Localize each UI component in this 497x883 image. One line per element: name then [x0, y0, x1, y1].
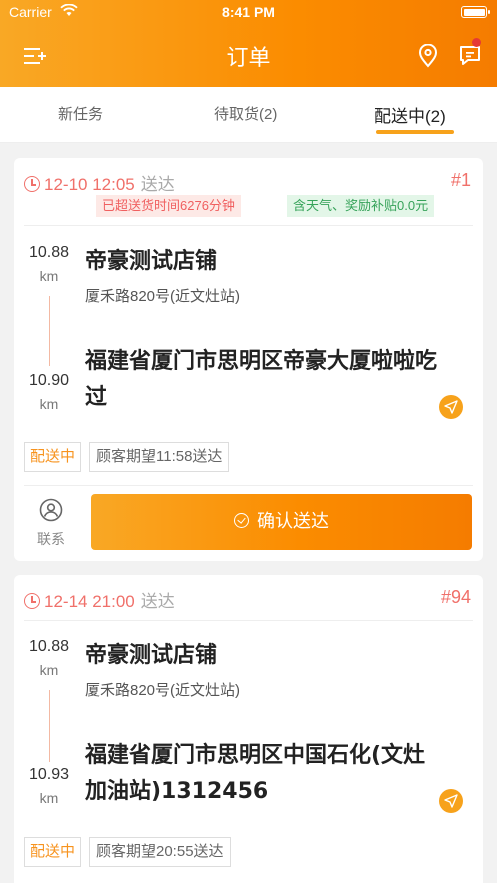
destination-address: 福建省厦门市思明区帝豪大厦啦啦吃过	[85, 349, 438, 410]
person-icon	[39, 498, 63, 522]
shop-distance: 10.88 km	[24, 638, 74, 678]
shop-distance-value: 10.88	[28, 244, 70, 261]
destination-distance: 10.93 km	[24, 766, 74, 806]
contact-button[interactable]: 联系	[36, 498, 66, 549]
location-icon[interactable]	[418, 43, 438, 68]
delivery-time-value: 12-14 21:00	[44, 592, 135, 611]
clock-icon	[24, 176, 40, 192]
check-circle-icon	[234, 513, 249, 528]
destination-distance-unit: km	[39, 396, 59, 412]
tab-delivering[interactable]: 配送中(2)	[374, 102, 446, 127]
subsidy-badge: 含天气、奖励补贴0.0元	[287, 195, 435, 217]
destination-distance-value: 10.93	[28, 766, 70, 783]
shop-name: 帝豪测试店铺	[85, 643, 218, 668]
order-card[interactable]: 12-10 12:05 送达 #1 已超送货时间6276分钟 含天气、奖励补贴0.…	[14, 158, 483, 561]
delivery-time-suffix: 送达	[140, 592, 175, 611]
tab-new-tasks[interactable]: 新任务	[58, 103, 103, 124]
message-icon[interactable]	[458, 44, 482, 66]
tab-bar: 新任务 待取货(2) 配送中(2)	[0, 87, 497, 143]
order-number: #1	[450, 170, 471, 190]
delivery-time-value: 12-10 12:05	[44, 175, 135, 194]
shop-name: 帝豪测试店铺	[85, 249, 218, 274]
confirm-delivery-button[interactable]: 确认送达	[91, 494, 472, 550]
delivery-time: 12-14 21:00 送达	[24, 587, 175, 612]
status-tag: 配送中	[24, 837, 82, 867]
status-time: 8:41 PM	[222, 4, 275, 20]
battery-icon	[461, 6, 490, 18]
shop-address: 厦禾路820号(近文灶站)	[85, 682, 241, 699]
navigation-icon[interactable]	[439, 789, 463, 813]
expected-time-tag: 顾客期望20:55送达	[89, 837, 231, 867]
destination-distance-value: 10.90	[28, 372, 70, 389]
notification-dot	[472, 38, 481, 47]
route-line	[49, 296, 50, 366]
navigation-icon[interactable]	[439, 395, 463, 419]
divider	[24, 225, 473, 226]
shop-distance-unit: km	[39, 268, 59, 284]
status-tag: 配送中	[24, 442, 82, 472]
clock-icon	[24, 593, 40, 609]
app-header: Carrier 8:41 PM 订单	[0, 0, 497, 87]
contact-label: 联系	[37, 531, 65, 547]
shop-distance-unit: km	[39, 662, 59, 678]
destination-distance: 10.90 km	[24, 372, 74, 412]
divider	[24, 620, 473, 621]
divider	[24, 485, 473, 486]
destination-distance-unit: km	[39, 790, 59, 806]
shop-distance-value: 10.88	[28, 638, 70, 655]
overtime-badge: 已超送货时间6276分钟	[96, 195, 241, 217]
route-line	[49, 690, 50, 762]
destination-address: 福建省厦门市思明区中国石化(文灶加油站)1312456	[85, 743, 426, 804]
delivery-time-suffix: 送达	[140, 175, 175, 194]
expected-time-tag: 顾客期望11:58送达	[89, 442, 230, 472]
confirm-delivery-label: 确认送达	[257, 511, 329, 532]
delivery-time: 12-10 12:05 送达	[24, 170, 175, 195]
order-card[interactable]: 12-14 21:00 送达 #94 10.88 km 帝豪测试店铺 厦禾路820…	[14, 575, 483, 883]
shop-distance: 10.88 km	[24, 244, 74, 284]
order-number: #94	[440, 587, 471, 607]
shop-address: 厦禾路820号(近文灶站)	[85, 288, 241, 305]
status-bar: Carrier 8:41 PM	[0, 0, 497, 26]
active-tab-indicator	[376, 130, 454, 134]
tab-to-pickup[interactable]: 待取货(2)	[214, 103, 277, 124]
